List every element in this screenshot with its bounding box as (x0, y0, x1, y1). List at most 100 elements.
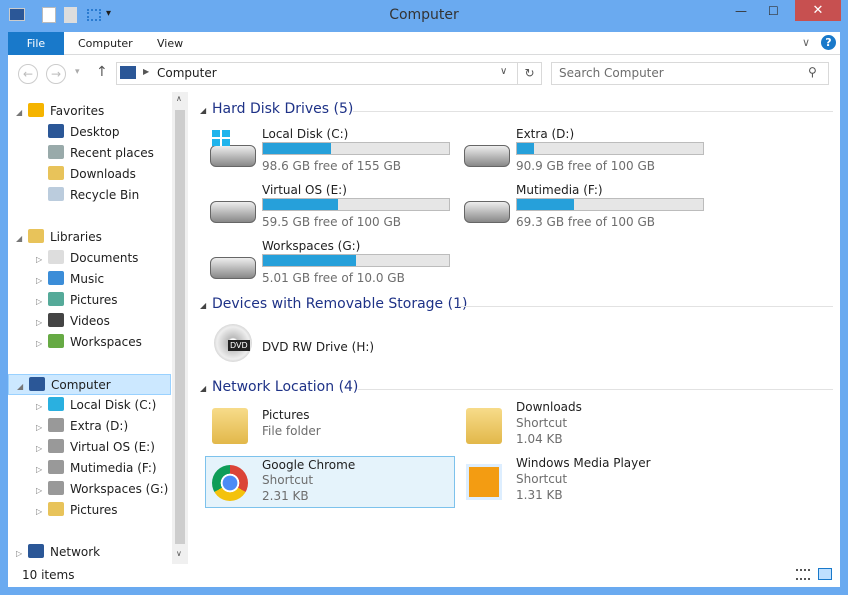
drive-item-dvd[interactable]: DVD DVD RW Drive (H:) (206, 322, 456, 372)
close-button[interactable]: ✕ (795, 0, 841, 21)
nav-item-local-disk-c[interactable]: ▷ Local Disk (C:) (8, 395, 171, 416)
search-icon[interactable]: ⚲ (808, 65, 817, 79)
drive-free-space: 90.9 GB free of 100 GB (516, 159, 655, 173)
recent-locations-icon[interactable]: ▾ (75, 67, 80, 77)
nav-item-extra-d[interactable]: ▷ Extra (D:) (8, 416, 171, 437)
drive-usage-fill (263, 255, 356, 266)
expand-arrow-icon[interactable]: ▷ (36, 333, 48, 354)
breadcrumb-chevron-icon[interactable]: ▶ (143, 67, 149, 76)
minimize-button[interactable]: — (735, 4, 747, 18)
drive-icon (48, 418, 64, 432)
expand-arrow-icon[interactable]: ▷ (36, 501, 48, 522)
expand-arrow-icon[interactable]: ▷ (36, 480, 48, 501)
address-bar[interactable]: ▶ Computer ∨ ↻ (116, 62, 542, 85)
nav-item-downloads[interactable]: Downloads (8, 164, 171, 185)
drive-usage-fill (517, 199, 575, 210)
network-item[interactable]: Downloads Shortcut 1.04 KB (460, 400, 710, 450)
drive-item[interactable]: Local Disk (C:) 98.6 GB free of 155 GB (206, 127, 456, 177)
nav-item-label: Mutimedia (F:) (70, 461, 157, 475)
media-player-icon (466, 464, 502, 500)
large-icons-view-icon[interactable] (818, 568, 832, 580)
scroll-up-icon[interactable]: ∧ (176, 94, 182, 103)
drive-item[interactable]: Workspaces (G:) 5.01 GB free of 10.0 GB (206, 239, 456, 289)
videos-icon (48, 313, 64, 327)
drive-usage-bar (262, 142, 450, 155)
expand-arrow-icon[interactable]: ▷ (36, 417, 48, 438)
drive-free-space: 5.01 GB free of 10.0 GB (262, 271, 405, 285)
scroll-down-icon[interactable]: ∨ (176, 549, 182, 558)
nav-item-computer[interactable]: ◢ Computer (8, 374, 171, 395)
item-size: 1.31 KB (516, 488, 563, 502)
help-icon[interactable]: ? (821, 35, 836, 50)
network-item[interactable]: Google Chrome Shortcut 2.31 KB (205, 456, 455, 508)
nav-item-recent-places[interactable]: Recent places (8, 143, 171, 164)
tab-file[interactable]: File (8, 32, 64, 55)
title-bar: ▾ Computer — ☐ ✕ (0, 0, 848, 32)
group-hard-disk-drives[interactable]: Hard Disk Drives (5) (212, 101, 353, 117)
expand-arrow-icon[interactable]: ▷ (36, 438, 48, 459)
nav-item-label: Recycle Bin (70, 188, 140, 202)
item-count: 10 items (22, 568, 75, 582)
nav-item-music[interactable]: ▷ Music (8, 269, 171, 290)
expand-arrow-icon[interactable]: ▷ (36, 291, 48, 312)
status-bar: 10 items (8, 563, 840, 587)
collapse-arrow-icon[interactable]: ◢ (16, 228, 28, 249)
dvd-badge: DVD (228, 340, 250, 351)
recent-places-icon (48, 145, 64, 159)
nav-item-videos[interactable]: ▷ Videos (8, 311, 171, 332)
expand-arrow-icon[interactable]: ▷ (36, 249, 48, 270)
expand-arrow-icon[interactable]: ▷ (36, 270, 48, 291)
expand-arrow-icon[interactable]: ▷ (36, 312, 48, 333)
item-size: 2.31 KB (262, 489, 309, 503)
nav-item-favorites[interactable]: ◢ Favorites (8, 101, 171, 122)
nav-item-label: Network (50, 545, 101, 559)
nav-item-label: Recent places (70, 146, 154, 160)
network-item[interactable]: Pictures File folder (206, 400, 456, 450)
network-item[interactable]: Windows Media Player Shortcut 1.31 KB (460, 456, 710, 506)
drive-item[interactable]: Mutimedia (F:) 69.3 GB free of 100 GB (460, 183, 710, 233)
collapse-arrow-icon[interactable]: ◢ (17, 376, 29, 397)
group-network-location[interactable]: Network Location (4) (212, 379, 358, 395)
nav-item-libraries[interactable]: ◢ Libraries (8, 227, 171, 248)
nav-item-label: Music (70, 272, 105, 286)
group-removable-storage[interactable]: Devices with Removable Storage (1) (212, 296, 467, 312)
expand-arrow-icon[interactable]: ▷ (36, 396, 48, 417)
search-input[interactable]: Search Computer ⚲ (551, 62, 829, 85)
nav-item-mutimedia-f[interactable]: ▷ Mutimedia (F:) (8, 458, 171, 479)
maximize-button[interactable]: ☐ (768, 4, 779, 18)
search-placeholder: Search Computer (559, 66, 664, 80)
nav-item-workspaces[interactable]: ▷ Workspaces (8, 332, 171, 353)
expand-ribbon-icon[interactable]: ∨ (802, 36, 810, 49)
details-view-icon[interactable] (796, 569, 810, 580)
up-button[interactable]: ↑ (96, 64, 108, 80)
back-button[interactable]: ← (18, 64, 38, 84)
collapse-arrow-icon[interactable]: ▷ (16, 543, 28, 564)
hard-drive-icon (464, 145, 510, 167)
drive-item[interactable]: Virtual OS (E:) 59.5 GB free of 100 GB (206, 183, 456, 233)
nav-item-recycle-bin[interactable]: Recycle Bin (8, 185, 171, 206)
collapse-arrow-icon[interactable]: ◢ (16, 102, 28, 123)
drive-free-space: 69.3 GB free of 100 GB (516, 215, 655, 229)
breadcrumb[interactable]: Computer (157, 66, 217, 80)
nav-item-pictures[interactable]: ▷ Pictures (8, 290, 171, 311)
nav-item-desktop[interactable]: Desktop (8, 122, 171, 143)
nav-item-virtual-os-e[interactable]: ▷ Virtual OS (E:) (8, 437, 171, 458)
forward-button[interactable]: → (46, 64, 66, 84)
nav-item-network[interactable]: ▷ Network (8, 542, 171, 563)
address-dropdown-icon[interactable]: ∨ (500, 66, 507, 77)
scrollbar-thumb[interactable] (175, 110, 185, 544)
drive-name: Virtual OS (E:) (262, 183, 347, 197)
workspaces-icon (48, 334, 64, 348)
tab-computer[interactable]: Computer (64, 32, 147, 55)
drive-usage-bar (516, 142, 704, 155)
expand-arrow-icon[interactable]: ▷ (36, 459, 48, 480)
nav-item-pictures[interactable]: ▷ Pictures (8, 500, 171, 521)
drive-name: Mutimedia (F:) (516, 183, 603, 197)
nav-item-label: Extra (D:) (70, 419, 129, 433)
drive-item[interactable]: Extra (D:) 90.9 GB free of 100 GB (460, 127, 710, 177)
nav-item-workspaces-g[interactable]: ▷ Workspaces (G:) (8, 479, 171, 500)
tab-view[interactable]: View (143, 32, 197, 55)
nav-item-documents[interactable]: ▷ Documents (8, 248, 171, 269)
refresh-button[interactable]: ↻ (517, 63, 541, 84)
item-name: DVD RW Drive (H:) (262, 340, 375, 354)
